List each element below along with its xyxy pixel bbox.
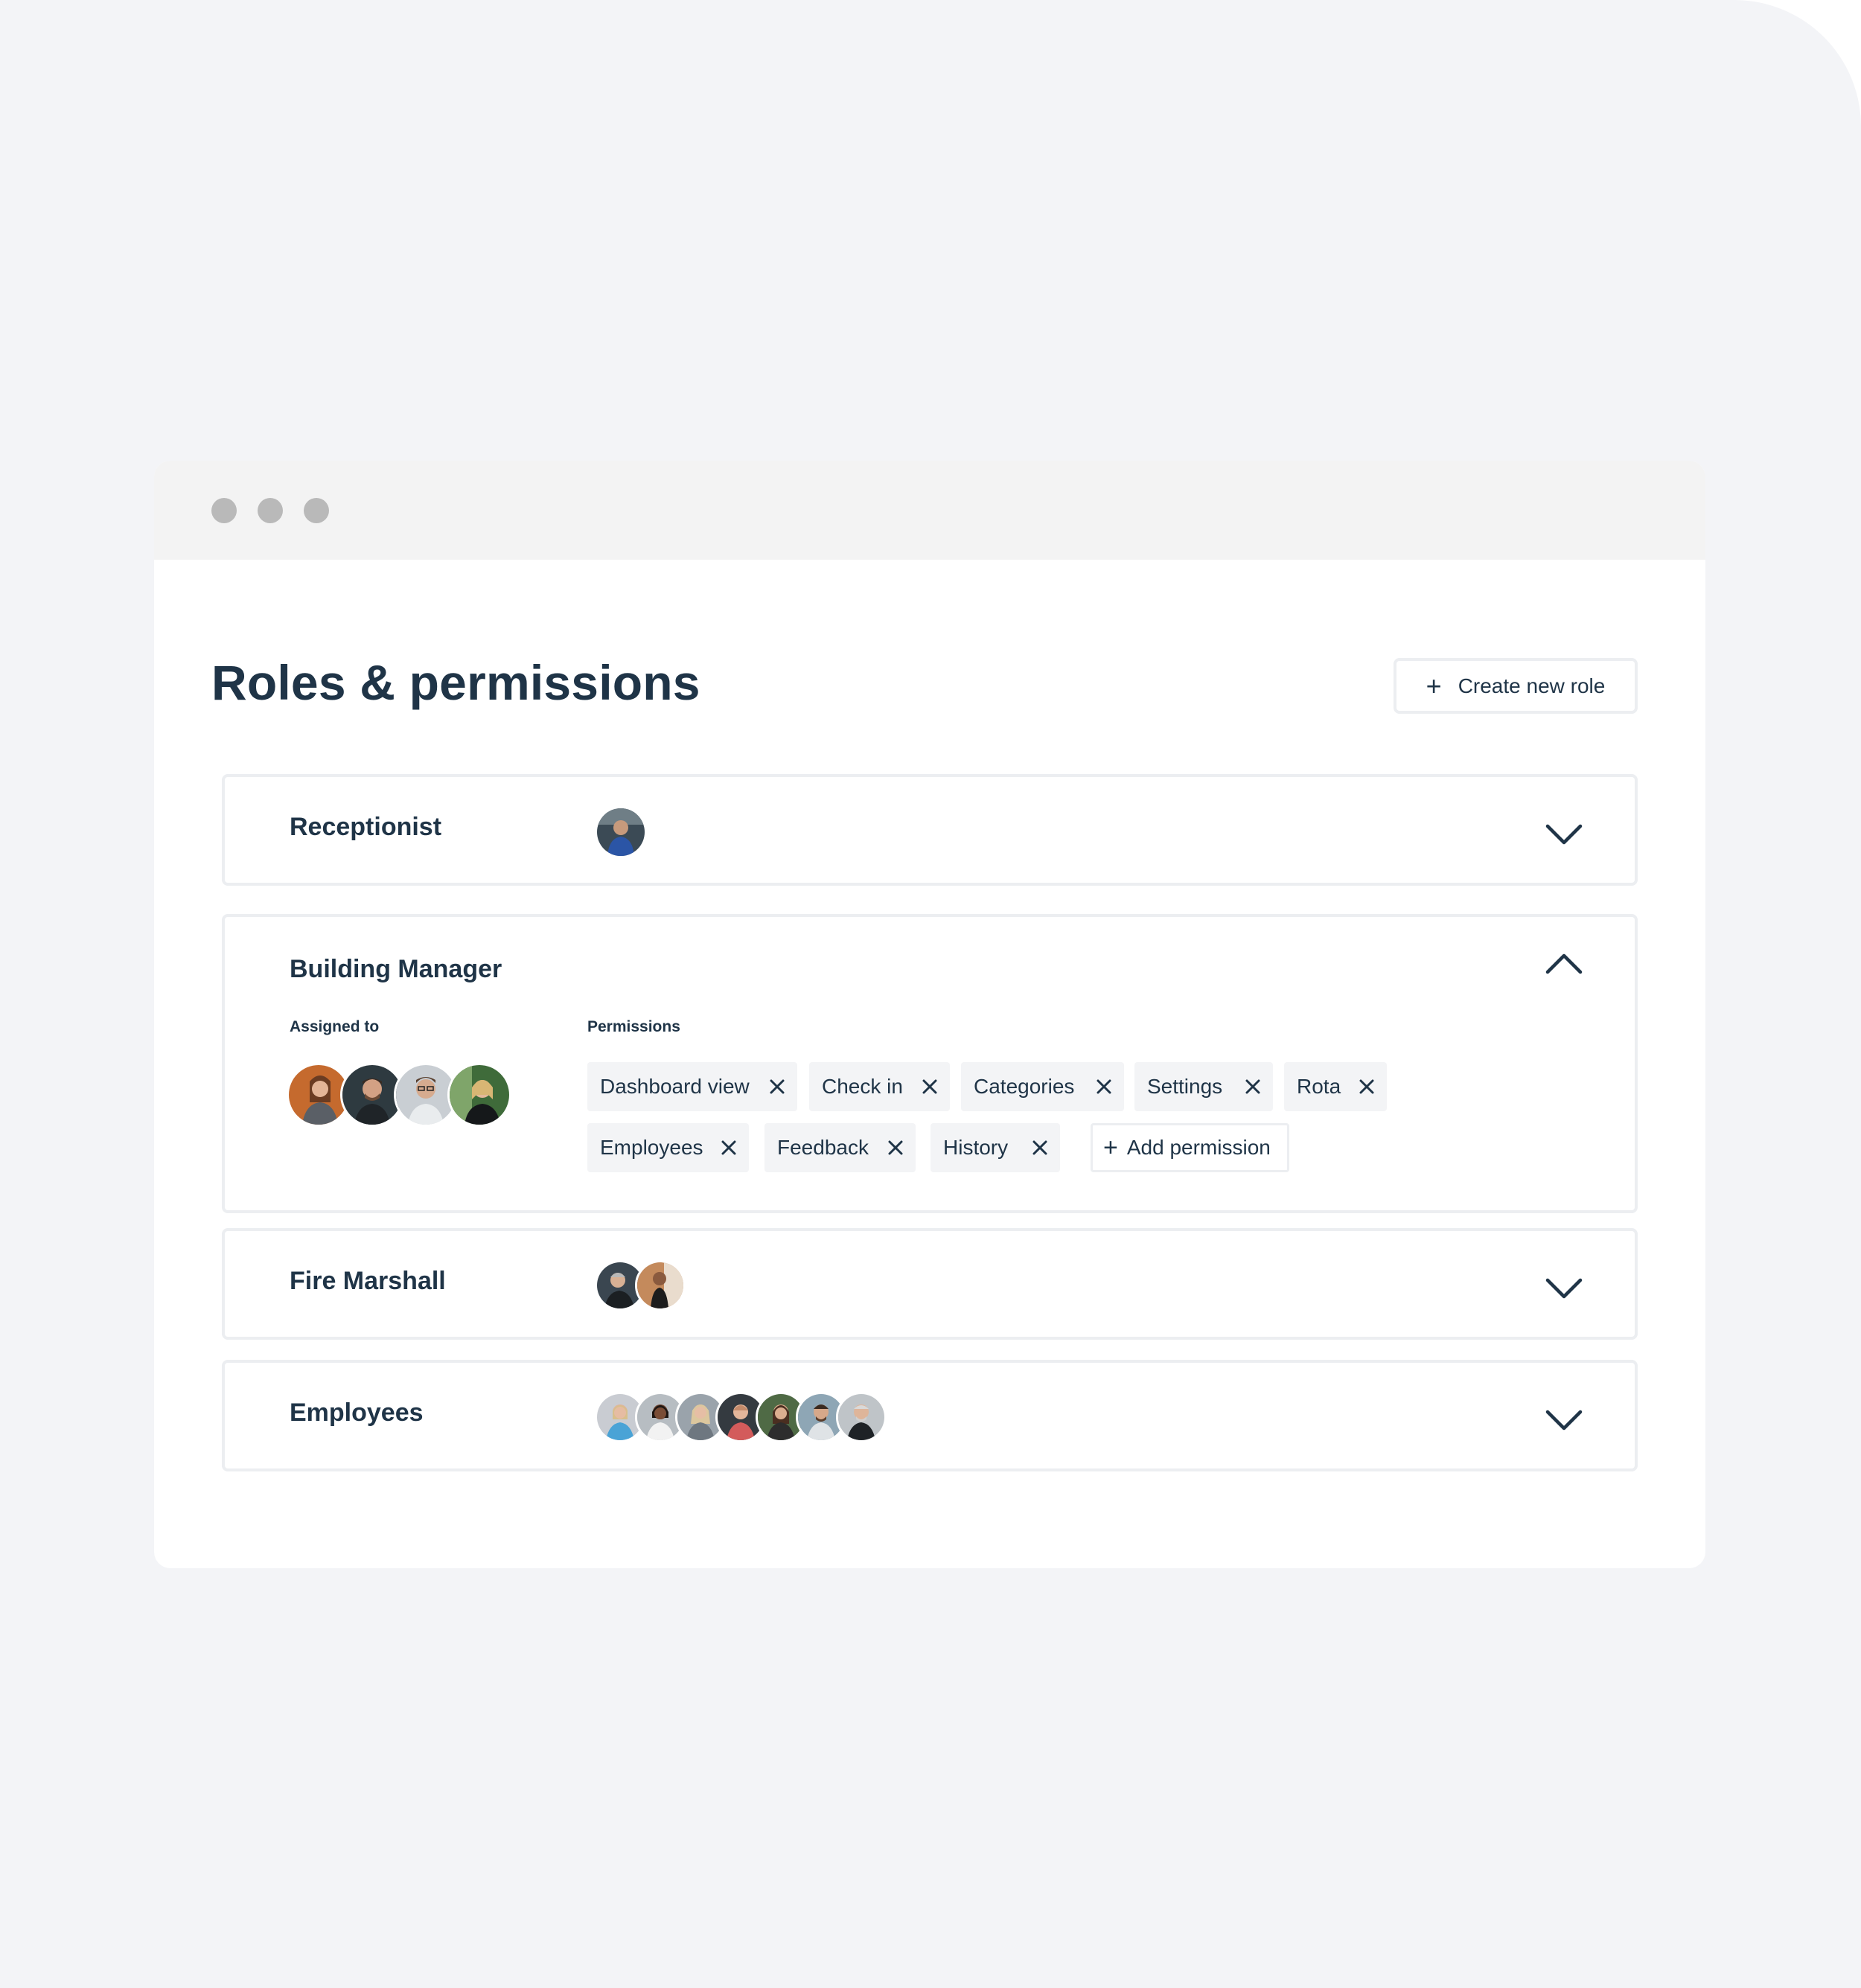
window-dot-close[interactable] [211,498,237,523]
role-card-building-manager[interactable]: Building Manager Assigned to Permissions [222,914,1638,1213]
permission-label: Dashboard view [600,1075,750,1098]
role-card-employees[interactable]: Employees [222,1360,1638,1471]
permission-label: History [943,1136,1009,1159]
window-dot-maximize[interactable] [304,498,329,523]
assigned-avatars [595,1260,686,1311]
window-titlebar [154,461,1705,560]
permission-chip: Check in [809,1062,950,1111]
role-card-fire-marshall[interactable]: Fire Marshall [222,1228,1638,1340]
close-icon[interactable] [922,1078,938,1095]
assigned-avatars [595,1392,887,1442]
assigned-to-label: Assigned to [290,1018,380,1035]
window-dot-minimize[interactable] [258,498,283,523]
role-name: Receptionist [290,813,442,841]
chevron-down-icon[interactable] [1545,1409,1583,1431]
permission-label: Check in [822,1075,903,1098]
avatar[interactable] [595,806,647,858]
permission-chip: Dashboard view [587,1062,797,1111]
role-name: Fire Marshall [290,1267,446,1295]
permission-label: Feedback [777,1136,869,1159]
close-icon[interactable] [1032,1140,1048,1156]
permissions-label: Permissions [587,1018,680,1035]
permission-chip: Feedback [764,1123,916,1172]
create-new-role-button[interactable]: + Create new role [1394,658,1638,714]
plus-icon: + [1103,1134,1118,1162]
permission-chip: History [930,1123,1060,1172]
role-name: Building Manager [290,955,502,983]
app-window: Roles & permissions + Create new role Re… [154,461,1705,1568]
avatar[interactable] [635,1260,686,1311]
close-icon[interactable] [887,1140,904,1156]
close-icon[interactable] [769,1078,785,1095]
permission-chip: Settings [1134,1062,1273,1111]
chevron-up-icon[interactable] [1545,953,1583,975]
role-name: Employees [290,1399,424,1427]
avatar[interactable] [447,1063,511,1127]
plus-icon: + [1426,670,1442,701]
permission-chip: Employees [587,1123,749,1172]
create-new-role-label: Create new role [1458,674,1606,697]
add-permission-button[interactable]: + Add permission [1091,1123,1289,1172]
permission-chip: Categories [961,1062,1124,1111]
close-icon[interactable] [1245,1078,1261,1095]
close-icon[interactable] [1359,1078,1375,1095]
avatar[interactable] [836,1392,887,1442]
permission-label: Employees [600,1136,703,1159]
permission-label: Categories [974,1075,1075,1098]
assigned-avatars [287,1063,511,1127]
permission-chip: Rota [1284,1062,1387,1111]
add-permission-label: Add permission [1126,1136,1271,1159]
page-title: Roles & permissions [211,655,700,710]
chevron-down-icon[interactable] [1545,1277,1583,1300]
permission-label: Settings [1147,1075,1223,1098]
close-icon[interactable] [1096,1078,1112,1095]
close-icon[interactable] [721,1140,737,1156]
assigned-avatars [595,806,647,858]
permission-label: Rota [1297,1075,1341,1098]
role-card-receptionist[interactable]: Receptionist [222,774,1638,886]
chevron-down-icon[interactable] [1545,823,1583,846]
